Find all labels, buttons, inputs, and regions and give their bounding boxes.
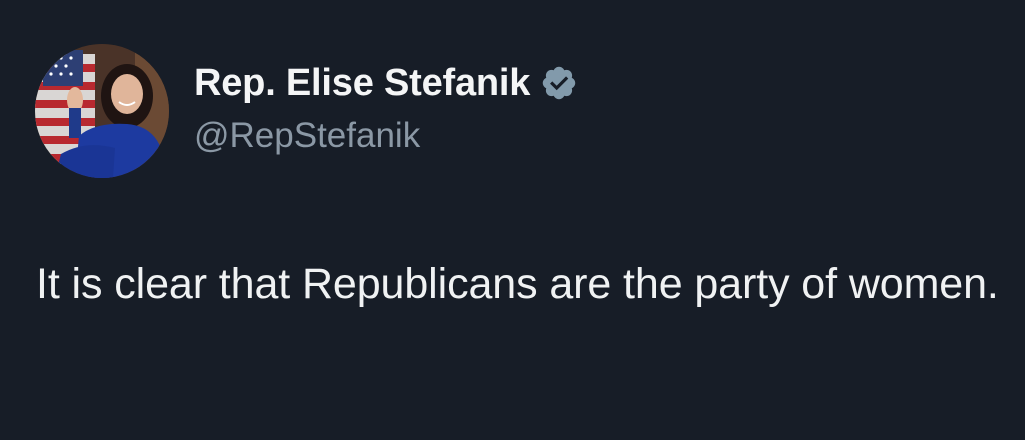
verified-badge-icon[interactable] (540, 64, 578, 102)
avatar-photo (35, 44, 169, 178)
tweet-header: Rep. Elise Stefanik @RepStefanik (35, 44, 578, 178)
user-handle[interactable]: @RepStefanik (194, 116, 578, 156)
tweet-card: Rep. Elise Stefanik @RepStefanik It is c… (0, 0, 1025, 440)
display-name[interactable]: Rep. Elise Stefanik (194, 62, 530, 105)
name-row: Rep. Elise Stefanik (194, 58, 578, 108)
author-info: Rep. Elise Stefanik @RepStefanik (194, 58, 578, 156)
avatar[interactable] (35, 44, 169, 178)
verified-badge-shape (542, 66, 576, 100)
tweet-text: It is clear that Republicans are the par… (36, 260, 999, 308)
